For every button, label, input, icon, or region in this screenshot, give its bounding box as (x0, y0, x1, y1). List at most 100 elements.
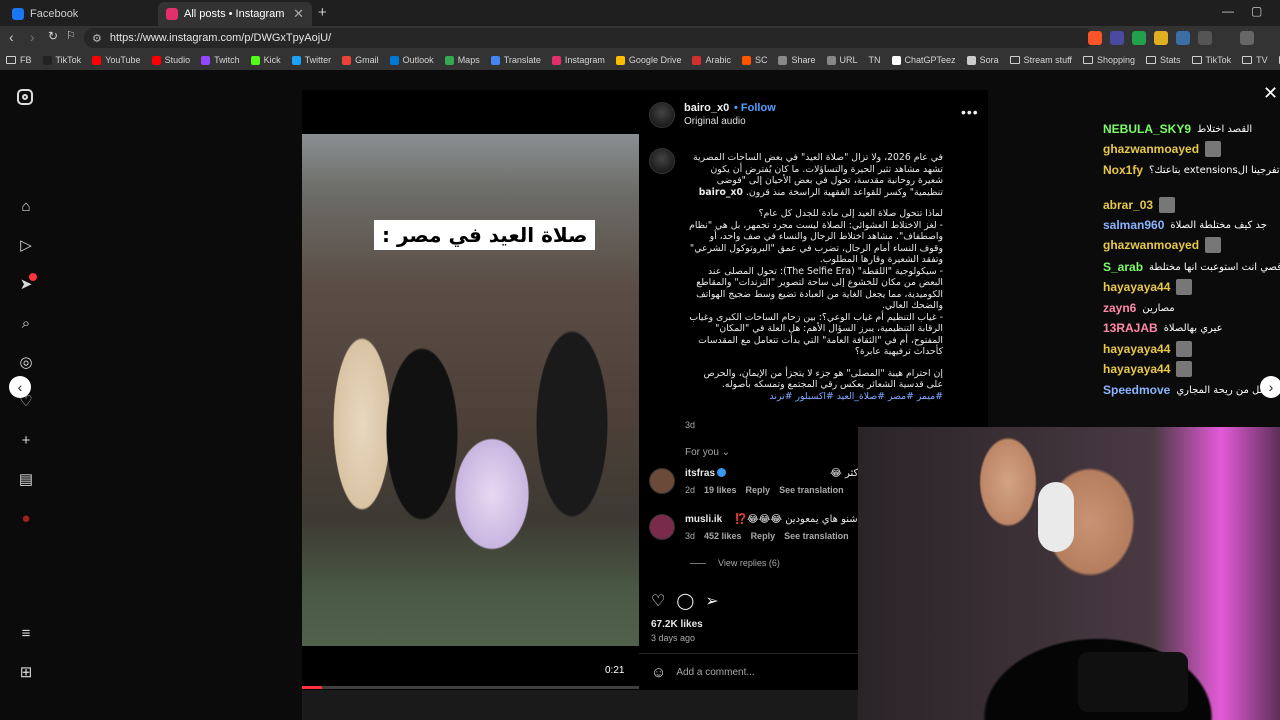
bookmark-item[interactable]: Stats (1145, 55, 1181, 65)
previous-post-button[interactable]: ‹ (9, 376, 31, 398)
more-menu-icon[interactable]: ≡ (17, 625, 35, 643)
close-icon[interactable]: ✕ (1263, 83, 1278, 104)
comment-input[interactable]: Add a comment... (676, 667, 754, 678)
more-options-icon[interactable]: ••• (961, 104, 979, 120)
comment-username[interactable]: itsfras (685, 468, 727, 479)
bookmark-item[interactable]: TV (1242, 55, 1268, 65)
extension-icon[interactable] (1176, 31, 1190, 45)
see-translation-button[interactable]: See translation (779, 485, 844, 495)
bookmark-item[interactable]: Arabic (692, 55, 731, 65)
for-you-dropdown[interactable]: For you ⌄ (685, 447, 730, 458)
chat-username[interactable]: hayayaya44 (1103, 342, 1170, 356)
reels-icon[interactable]: ▷ (17, 237, 35, 255)
bookmark-item[interactable]: TN (869, 55, 881, 65)
bookmark-item[interactable]: Kick (250, 55, 281, 65)
caption-hashtags[interactable]: #ميمز #مصر #صلاة_العيد #اكسبلور #ترند (685, 391, 943, 403)
bookmark-item[interactable]: Instagram (551, 55, 605, 65)
apps-icon[interactable]: ⊞ (17, 664, 35, 682)
chat-username[interactable]: Speedmove (1103, 383, 1170, 397)
reply-button[interactable]: Reply (751, 531, 776, 541)
extension-icon[interactable] (1198, 31, 1212, 45)
profile-avatar-icon[interactable]: ● (17, 510, 35, 528)
bookmark-item[interactable]: ChatGPTeez (891, 55, 956, 65)
emoji-icon[interactable]: ☺ (651, 664, 666, 681)
bookmark-item[interactable]: Sora (966, 55, 999, 65)
chat-username[interactable]: ghazwanmoayed (1103, 238, 1199, 252)
bookmark-item[interactable]: Maps (444, 55, 480, 65)
chat-username[interactable]: S_arab (1103, 260, 1143, 274)
author-avatar[interactable] (649, 102, 675, 128)
reply-button[interactable]: Reply (746, 485, 771, 495)
back-icon[interactable]: ‹ (9, 29, 14, 45)
dashboard-icon[interactable]: ▤ (17, 471, 35, 489)
video-progress-bar[interactable] (302, 686, 639, 689)
create-icon[interactable]: + (17, 432, 35, 450)
likes-count[interactable]: 67.2K likes (651, 619, 703, 630)
extension-icon[interactable] (1132, 31, 1146, 45)
follow-button[interactable]: • Follow (734, 102, 776, 114)
see-translation-button[interactable]: See translation (784, 531, 849, 541)
audio-label[interactable]: Original audio (684, 116, 746, 127)
chat-username[interactable]: hayayaya44 (1103, 280, 1170, 294)
bookmark-item[interactable]: TikTok (42, 55, 81, 65)
tab-instagram[interactable]: All posts • Instagram ✕ (158, 2, 312, 26)
chat-username[interactable]: abrar_03 (1103, 198, 1153, 212)
post-video[interactable]: صلاة العيد في مصر : 0:21 (302, 90, 639, 690)
maximize-icon[interactable]: ▢ (1251, 4, 1262, 18)
bookmark-item[interactable]: TikTok (1191, 55, 1231, 65)
bookmark-item[interactable]: Stream stuff (1009, 55, 1072, 65)
explore-icon[interactable]: ◎ (17, 354, 35, 372)
bookmark-item[interactable]: Studio (151, 55, 190, 65)
chat-username[interactable]: NEBULA_SKY9 (1103, 122, 1191, 136)
search-icon[interactable]: ⌕ (17, 315, 35, 333)
forward-icon[interactable]: › (30, 29, 35, 45)
view-replies-button[interactable]: View replies (6) (690, 558, 780, 568)
comment-likes[interactable]: 19 likes (704, 485, 737, 495)
chat-username[interactable]: ghazwanmoayed (1103, 142, 1199, 156)
chat-username[interactable]: zayn6 (1103, 301, 1136, 315)
bookmark-item[interactable]: SC (741, 55, 767, 65)
bookmark-item[interactable]: Twitter (291, 55, 331, 65)
site-settings-icon[interactable]: ⚙ (92, 32, 102, 45)
caption-author-avatar[interactable] (649, 148, 675, 174)
like-icon[interactable]: ♡ (651, 591, 665, 611)
chat-username[interactable]: 13RAJAB (1103, 321, 1158, 335)
chat-username[interactable]: salman960 (1103, 218, 1164, 232)
caption-author[interactable]: bairo_x0 (699, 187, 743, 198)
comment-icon[interactable]: ◯ (676, 591, 694, 611)
extension-icon[interactable] (1154, 31, 1168, 45)
next-post-button[interactable]: › (1260, 376, 1280, 398)
minimize-icon[interactable]: — (1222, 4, 1234, 18)
home-icon[interactable]: ⌂ (17, 198, 35, 216)
chat-username[interactable]: Nox1fy (1103, 163, 1143, 177)
comment-likes[interactable]: 452 likes (704, 531, 742, 541)
menu-icon[interactable] (1240, 31, 1254, 45)
bookmark-item[interactable]: FB (6, 55, 32, 65)
extension-icon[interactable] (1110, 31, 1124, 45)
bookmark-item[interactable]: URL (826, 55, 858, 65)
share-icon[interactable]: ➢ (705, 591, 718, 611)
author-username[interactable]: bairo_x0 (684, 102, 729, 114)
bookmark-item[interactable]: Share (778, 55, 816, 65)
bookmark-item[interactable]: Outlook (389, 55, 434, 65)
bookmark-label: Stream stuff (1023, 55, 1072, 65)
bookmark-item[interactable]: Gmail (342, 55, 379, 65)
commenter-avatar[interactable] (649, 468, 675, 494)
commenter-avatar[interactable] (649, 514, 675, 540)
reload-icon[interactable]: ↻ (48, 29, 58, 43)
chat-username[interactable]: hayayaya44 (1103, 362, 1170, 376)
tab-facebook[interactable]: Facebook (4, 2, 154, 26)
close-tab-icon[interactable]: ✕ (293, 6, 304, 22)
comment-username[interactable]: musli.ik (685, 514, 722, 525)
bookmark-item[interactable]: Shopping (1082, 55, 1135, 65)
bookmark-item[interactable]: YouTube (92, 55, 141, 65)
folder-icon (1009, 56, 1020, 64)
bookmark-item[interactable]: Translate (490, 55, 541, 65)
bookmark-item[interactable]: Twitch (201, 55, 240, 65)
new-tab-button[interactable]: + (318, 4, 327, 21)
brave-shield-icon[interactable] (1088, 31, 1102, 45)
address-bar[interactable]: ⚙ https://www.instagram.com/p/DWGxTpyAoj… (84, 28, 1094, 48)
instagram-logo-icon[interactable] (17, 89, 33, 105)
bookmark-item[interactable]: Google Drive (615, 55, 681, 65)
bookmark-icon[interactable]: ⚐ (66, 29, 76, 42)
